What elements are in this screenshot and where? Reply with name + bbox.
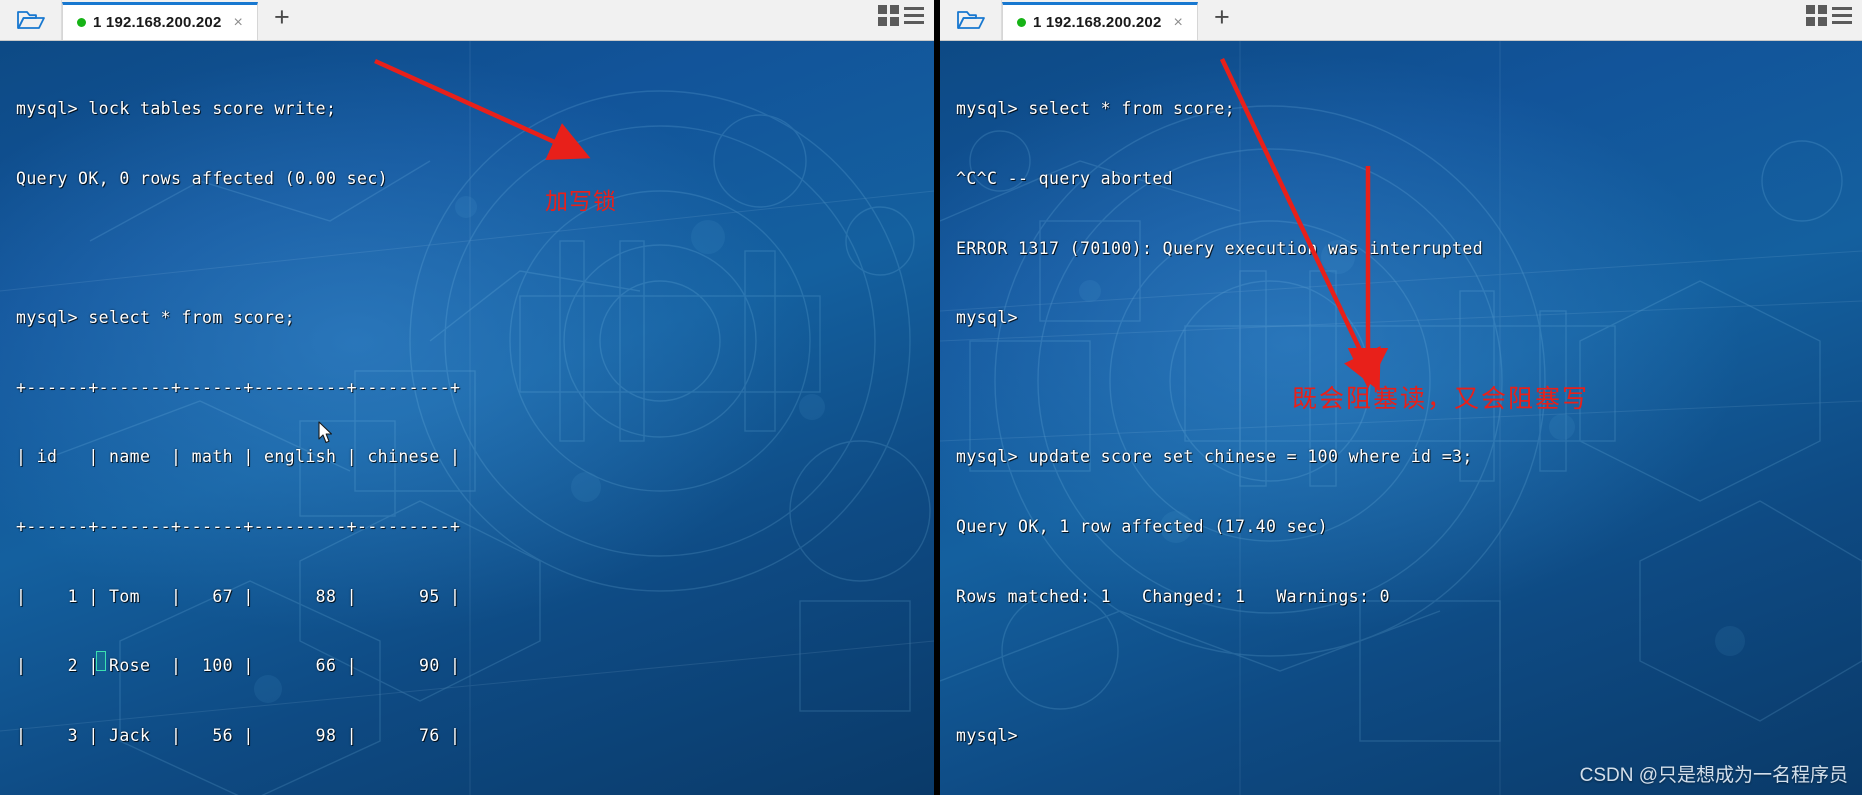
terminal-line: | 3 | Jack | 56 | 98 | 76 |: [16, 725, 461, 745]
dual-terminal-screenshot: 1 192.168.200.202 × + mysql> lock tables…: [0, 0, 1862, 795]
terminal-line: +------+-------+------+---------+-------…: [16, 377, 461, 397]
mouse-pointer-icon: [318, 421, 333, 444]
terminal-line: ERROR 1317 (70100): Query execution was …: [956, 238, 1484, 258]
connection-status-dot: [1017, 18, 1026, 27]
terminal-line: +------+-------+------+---------+-------…: [16, 516, 461, 536]
terminal-line: mysql> lock tables score write;: [16, 99, 337, 119]
tab-title-label: 1 192.168.200.202: [93, 14, 222, 31]
tab-bar-spacer: [1246, 0, 1806, 40]
right-annotation-label: 既会阻塞读，又会阻塞写: [1292, 384, 1590, 413]
left-terminal-output: mysql> lock tables score write; Query OK…: [0, 41, 934, 795]
terminal-line: mysql> select * from score;: [956, 99, 1236, 119]
terminal-line: mysql>: [956, 308, 1019, 328]
left-tab-bar: 1 192.168.200.202 × +: [0, 0, 934, 41]
right-tab-bar: 1 192.168.200.202 × +: [940, 0, 1862, 41]
terminal-line: | id | name | math | english | chinese |: [16, 447, 461, 467]
tab-bar-spacer: [306, 0, 878, 40]
folder-open-icon[interactable]: [940, 0, 1002, 40]
folder-open-icon[interactable]: [0, 0, 62, 40]
right-terminal-pane: 1 192.168.200.202 × + mysql> select * fr…: [940, 0, 1862, 795]
right-terminal-output: mysql> select * from score; ^C^C -- quer…: [940, 41, 1862, 793]
terminal-line: mysql>: [956, 725, 1019, 745]
left-terminal-body[interactable]: mysql> lock tables score write; Query OK…: [0, 41, 934, 795]
right-terminal-body[interactable]: mysql> select * from score; ^C^C -- quer…: [940, 41, 1862, 795]
terminal-line: Rows matched: 1 Changed: 1 Warnings: 0: [956, 586, 1391, 606]
new-tab-button[interactable]: +: [1198, 0, 1246, 40]
list-view-icon[interactable]: [904, 7, 924, 24]
left-terminal-pane: 1 192.168.200.202 × + mysql> lock tables…: [0, 0, 934, 795]
left-annotation-label: 加写锁: [545, 189, 617, 215]
new-tab-button[interactable]: +: [258, 0, 306, 40]
list-view-icon[interactable]: [1832, 7, 1852, 24]
terminal-line: | 1 | Tom | 67 | 88 | 95 |: [16, 586, 461, 606]
terminal-line: mysql> update score set chinese = 100 wh…: [956, 447, 1473, 467]
left-tabbar-controls: [878, 0, 934, 40]
grid-view-icon[interactable]: [1806, 5, 1827, 26]
terminal-line: ^C^C -- query aborted: [956, 169, 1174, 188]
terminal-line: Query OK, 1 row affected (17.40 sec): [956, 516, 1329, 536]
right-tabbar-controls: [1806, 0, 1862, 40]
csdn-watermark: CSDN @只是想成为一名程序员: [1579, 765, 1848, 786]
grid-view-icon[interactable]: [878, 5, 899, 26]
connection-status-dot: [77, 18, 86, 27]
terminal-tab-right[interactable]: 1 192.168.200.202 ×: [1002, 2, 1198, 40]
terminal-tab-left[interactable]: 1 192.168.200.202 ×: [62, 2, 258, 40]
terminal-line: | 2 | Rose | 100 | 66 | 90 |: [16, 656, 461, 676]
terminal-line: mysql> select * from score;: [16, 308, 296, 328]
terminal-text-cursor: [96, 651, 106, 671]
close-icon[interactable]: ×: [1174, 14, 1183, 31]
close-icon[interactable]: ×: [234, 14, 243, 31]
terminal-line: Query OK, 0 rows affected (0.00 sec): [16, 169, 389, 188]
tab-title-label: 1 192.168.200.202: [1033, 14, 1162, 31]
